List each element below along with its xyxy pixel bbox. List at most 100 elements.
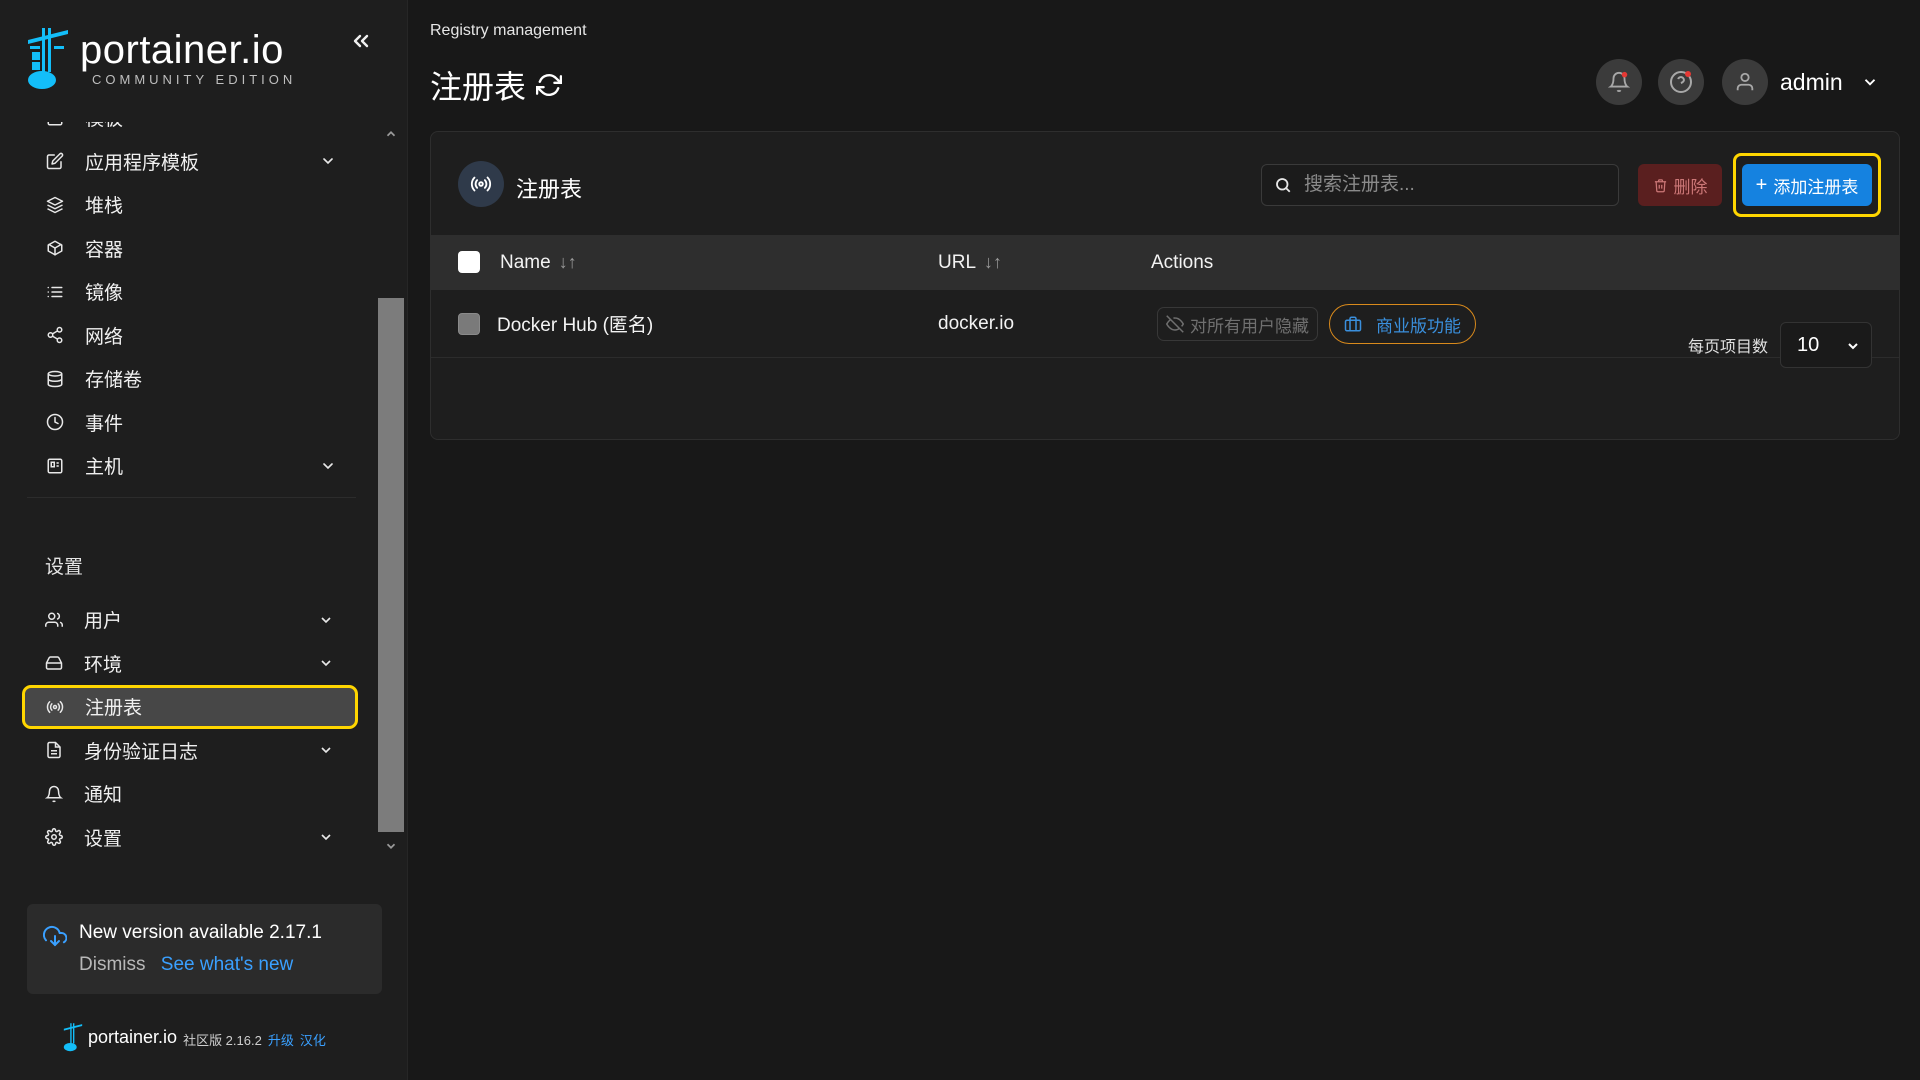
sidebar-item-templates[interactable]: 模板 — [27, 122, 356, 140]
username: admin — [1780, 68, 1843, 95]
add-registry-button[interactable]: + 添加注册表 — [1742, 164, 1872, 206]
delete-label: 删除 — [1673, 177, 1708, 197]
add-registry-label: 添加注册表 — [1773, 177, 1859, 197]
url-column-header[interactable]: URL ↓↑ — [938, 235, 1002, 290]
sidebar-item-settings[interactable]: 设置 — [24, 816, 354, 860]
column-label: Actions — [1151, 251, 1214, 273]
notifications-button[interactable] — [1596, 59, 1642, 105]
update-notice: New version available 2.17.1 Dismiss See… — [27, 904, 382, 994]
edit-icon — [45, 151, 65, 171]
sort-icon[interactable]: ↓↑ — [559, 252, 577, 273]
sidebar-item-label: 环境 — [84, 654, 123, 676]
page-title-wrap: 注册表 — [430, 62, 563, 108]
file-text-icon — [44, 740, 64, 760]
hide-for-all-users-button[interactable]: 对所有用户隐藏 — [1157, 307, 1318, 341]
sidebar-item-label: 设置 — [84, 828, 123, 850]
sidebar-item-images[interactable]: 镜像 — [27, 270, 356, 314]
cloud-download-icon — [43, 925, 67, 947]
sidebar-item-containers[interactable]: 容器 — [27, 227, 356, 271]
add-registry-highlight: + 添加注册表 — [1733, 153, 1881, 217]
bell-icon — [44, 784, 64, 804]
sidebar-item-registries[interactable]: 注册表 — [22, 685, 358, 729]
chevron-down-icon — [1848, 343, 1858, 350]
chevron-down-icon — [321, 660, 331, 667]
plus-icon: + — [1755, 174, 1768, 196]
sort-icon[interactable]: ↓↑ — [984, 252, 1002, 273]
users-icon — [44, 610, 64, 630]
portainer-logo[interactable]: portainer.io COMMUNITY EDITION — [24, 26, 296, 90]
settings-section-title: 设置 — [45, 557, 84, 578]
sidebar-item-label: 模板 — [85, 122, 123, 131]
sidebar-item-notifications[interactable]: 通知 — [24, 772, 354, 816]
sidebar-item-stacks[interactable]: 堆栈 — [27, 183, 356, 227]
sidebar-item-host[interactable]: 主机 — [27, 444, 356, 488]
card-title: 注册表 — [516, 177, 583, 202]
items-per-page-value: 10 — [1797, 333, 1820, 356]
whats-new-link[interactable]: See what's new — [161, 954, 293, 975]
sidebar-item-label: 注册表 — [85, 698, 143, 720]
column-label: Name — [500, 251, 551, 273]
logo-name: portainer.io — [80, 27, 284, 72]
chevron-down-icon — [323, 462, 333, 469]
scroll-down-arrow-icon[interactable] — [383, 838, 399, 854]
trash-icon — [1654, 178, 1666, 192]
column-label: URL — [938, 251, 977, 273]
name-column-header[interactable]: Name ↓↑ — [500, 235, 577, 290]
sidebar-item-users[interactable]: 用户 — [24, 598, 354, 642]
sidebar-item-networks[interactable]: 网络 — [27, 314, 356, 358]
upgrade-link[interactable]: 升级 — [268, 1030, 294, 1049]
sidebar-scrollbar[interactable] — [378, 122, 404, 860]
chevron-down-icon — [1864, 79, 1875, 86]
settings-nav: 用户 环境 注册表 身份验证日志 通知 设置 — [22, 598, 358, 860]
refresh-icon[interactable] — [536, 72, 563, 98]
chevrons-left-icon — [353, 34, 369, 48]
sidebar-item-environments[interactable]: 环境 — [24, 642, 354, 686]
help-button[interactable] — [1658, 59, 1704, 105]
briefcase-icon — [1344, 316, 1362, 332]
update-title: New version available 2.17.1 — [79, 922, 322, 943]
user-menu[interactable]: admin — [1722, 59, 1879, 105]
page-title: 注册表 — [430, 69, 527, 105]
sidebar-item-auth-logs[interactable]: 身份验证日志 — [24, 729, 354, 773]
items-per-page-label: 每页项目数 — [1687, 339, 1768, 356]
sidebar-item-label: 镜像 — [85, 283, 124, 305]
portainer-small-logo-icon — [63, 1023, 83, 1052]
avatar — [1722, 59, 1768, 105]
sidebar: portainer.io COMMUNITY EDITION 模板 应用程序模板 — [0, 0, 408, 1080]
collapse-sidebar-button[interactable] — [346, 26, 376, 56]
business-feature-badge[interactable]: 商业版功能 — [1329, 304, 1476, 344]
list-icon — [45, 282, 65, 302]
user-icon — [1736, 72, 1754, 91]
chevron-down-icon — [321, 617, 331, 623]
scrollbar-thumb[interactable] — [378, 298, 404, 832]
footer-name: portainer.io — [88, 1026, 178, 1047]
search-input[interactable] — [1304, 174, 1604, 196]
template-icon — [45, 122, 65, 128]
radio-icon — [458, 161, 504, 207]
sidebar-item-app-templates[interactable]: 应用程序模板 — [27, 140, 356, 184]
scroll-up-arrow-icon[interactable] — [383, 126, 399, 142]
sidebar-item-volumes[interactable]: 存储卷 — [27, 357, 356, 401]
portainer-crane-icon — [28, 28, 68, 89]
breadcrumb: Registry management — [430, 22, 587, 39]
delete-button[interactable]: 删除 — [1638, 164, 1722, 206]
select-all-checkbox[interactable] — [458, 251, 480, 273]
chevron-down-icon — [321, 747, 331, 754]
registry-name[interactable]: Docker Hub (匿名) — [497, 290, 653, 357]
search-box — [1261, 164, 1619, 206]
items-per-page-select[interactable]: 10 — [1780, 322, 1872, 368]
row-checkbox[interactable] — [458, 313, 480, 335]
sidebar-item-events[interactable]: 事件 — [27, 401, 356, 445]
bell-icon — [1608, 71, 1630, 93]
hide-label: 对所有用户隐藏 — [1190, 316, 1309, 336]
actions-column-header: Actions — [1151, 235, 1213, 290]
dismiss-link[interactable]: Dismiss — [79, 954, 146, 975]
footer-edition: 社区版 2.16.2 — [183, 1032, 262, 1048]
registry-url: docker.io — [938, 312, 1015, 334]
sidebar-item-label: 堆栈 — [85, 196, 124, 218]
chevron-down-icon — [321, 834, 331, 841]
localization-link[interactable]: 汉化 — [300, 1030, 326, 1049]
radio-icon — [45, 697, 65, 717]
business-label: 商业版功能 — [1376, 316, 1461, 336]
box-icon — [45, 238, 65, 258]
